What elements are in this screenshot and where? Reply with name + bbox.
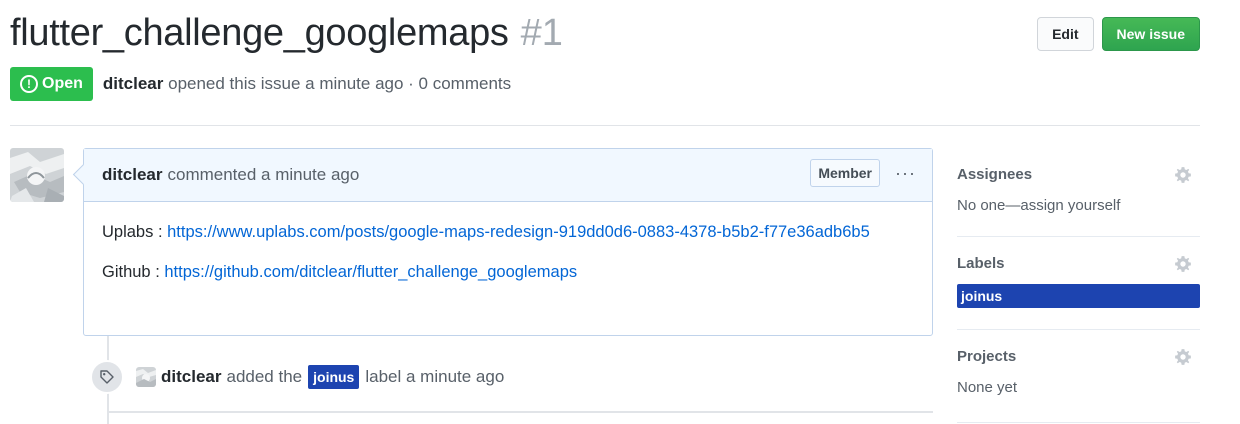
comment-body: Uplabs : https://www.uplabs.com/posts/go…: [84, 202, 932, 318]
new-issue-button[interactable]: New issue: [1101, 17, 1200, 51]
uplabs-link[interactable]: https://www.uplabs.com/posts/google-maps…: [167, 223, 870, 241]
comment-meta: commented a minute ago: [167, 165, 360, 184]
event-author-link[interactable]: ditclear: [161, 367, 221, 387]
gear-icon[interactable]: [1174, 348, 1192, 366]
issue-title: flutter_challenge_googlemaps: [10, 12, 509, 54]
kebab-horizontal-icon[interactable]: ···: [895, 163, 916, 184]
state-badge: ! Open: [10, 67, 93, 101]
comment-line-github: Github : https://github.com/ditclear/flu…: [102, 263, 578, 281]
label-event: ditclear added the joinus label a minute…: [90, 360, 504, 394]
issue-meta-detail: opened this issue a minute ago · 0 comme…: [168, 74, 512, 93]
issue-sidebar: Assignees No one—assign yourself Labels …: [957, 148, 1200, 423]
projects-value: None yet: [957, 379, 1018, 396]
event-avatar[interactable]: [136, 367, 156, 387]
avatar[interactable]: [10, 148, 64, 202]
event-text: ditclear added the joinus label a minute…: [161, 365, 504, 389]
issue-meta: ! Open ditclear opened this issue a minu…: [10, 67, 511, 101]
event-before: added the: [226, 367, 303, 386]
event-after: label a minute ago: [365, 367, 505, 386]
assignees-title[interactable]: Assignees: [957, 164, 1200, 184]
member-badge: Member: [810, 159, 880, 187]
header-divider: [10, 125, 1200, 126]
header-actions: Edit New issue: [1037, 17, 1200, 51]
github-link[interactable]: https://github.com/ditclear/flutter_chal…: [164, 263, 577, 281]
edit-button[interactable]: Edit: [1037, 17, 1094, 51]
issue-opened-icon: !: [20, 75, 38, 93]
state-label: Open: [42, 75, 83, 92]
sidebar-assignees: Assignees No one—assign yourself: [957, 148, 1200, 237]
gear-icon[interactable]: [1174, 255, 1192, 273]
comment-line-uplabs: Uplabs : https://www.uplabs.com/posts/go…: [102, 223, 870, 241]
event-label-pill[interactable]: joinus: [308, 365, 360, 389]
sidebar-labels: Labels joinus: [957, 237, 1200, 330]
issue-title-row: flutter_challenge_googlemaps #1: [10, 12, 563, 62]
comment-header: ditclear commented a minute ago Member ·…: [84, 149, 932, 202]
issue-number: #1: [520, 12, 563, 54]
issue-comment: ditclear commented a minute ago Member ·…: [83, 148, 933, 336]
sidebar-projects: Projects None yet: [957, 330, 1200, 423]
tag-icon: [90, 360, 124, 394]
labels-title[interactable]: Labels: [957, 253, 1200, 273]
comment-author-link[interactable]: ditclear: [102, 165, 162, 185]
timeline-divider: [107, 411, 933, 413]
assignees-value[interactable]: No one—assign yourself: [957, 197, 1200, 214]
issue-meta-text: ditclear opened this issue a minute ago …: [103, 74, 511, 94]
projects-title[interactable]: Projects: [957, 346, 1200, 366]
sidebar-label-joinus[interactable]: joinus: [957, 284, 1200, 308]
issue-author-link[interactable]: ditclear: [103, 74, 163, 93]
gear-icon[interactable]: [1174, 166, 1192, 184]
